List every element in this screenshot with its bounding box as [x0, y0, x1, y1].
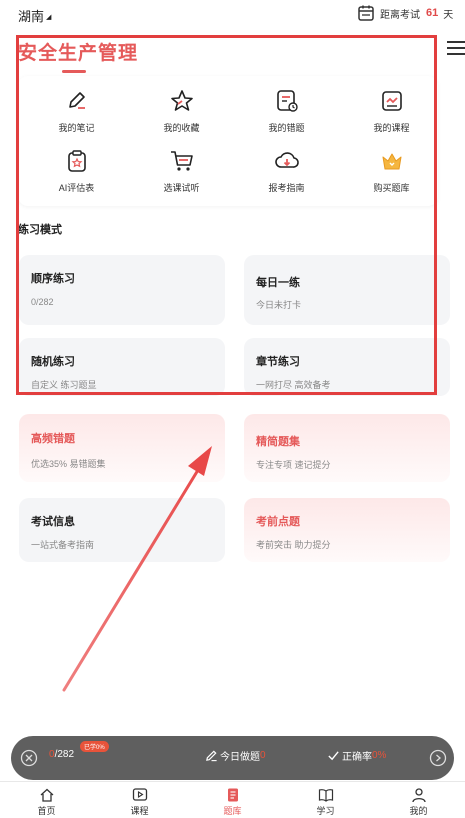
card-title: 考前点题: [256, 516, 300, 528]
hamburger-icon[interactable]: [447, 40, 465, 56]
region-selector[interactable]: 湖南 ◢: [18, 6, 51, 25]
tab-profile[interactable]: 我的: [372, 782, 465, 817]
check-icon: [328, 751, 339, 761]
exam-days: 61: [426, 7, 439, 19]
video-play-icon: [132, 788, 147, 801]
book-icon: [318, 789, 333, 802]
card-frequent-mistakes[interactable]: 高频错题 优选35% 易错题集: [19, 414, 225, 482]
card-pre-exam-tips[interactable]: 考前点题 考前突击 助力提分: [244, 498, 450, 562]
bottom-tab-bar: 首页 课程 题库 学习 我的: [0, 781, 465, 818]
region-label: 湖南: [18, 9, 45, 24]
card-exam-info[interactable]: 考试信息 一站式备考指南: [19, 498, 225, 562]
exam-label: 距离考试: [380, 9, 420, 21]
tab-question-bank[interactable]: 题库: [186, 782, 279, 817]
card-subtitle: 考前突击 助力提分: [256, 540, 331, 550]
question-bank-icon: [227, 788, 238, 802]
calendar-icon: [358, 5, 374, 21]
caret-down-icon: ◢: [46, 14, 52, 21]
card-title: 考试信息: [31, 516, 75, 528]
card-title: 高频错题: [31, 433, 75, 445]
tab-study[interactable]: 学习: [279, 782, 372, 817]
today-questions[interactable]: 今日做题 0: [205, 748, 266, 763]
accuracy-rate[interactable]: 正确率 0%: [327, 748, 386, 763]
exam-unit: 天: [443, 9, 454, 21]
home-icon: [40, 788, 53, 802]
card-subtitle: 专注专项 速记提分: [256, 460, 331, 470]
tab-courses[interactable]: 课程: [93, 782, 186, 817]
card-selected-questions[interactable]: 精简题集 专注专项 速记提分: [244, 414, 450, 482]
annotation-highlight-box: [16, 35, 437, 395]
next-arrow-icon[interactable]: [429, 749, 447, 767]
user-icon: [411, 788, 426, 803]
exam-countdown[interactable]: 距离考试 61 天: [357, 4, 453, 22]
card-subtitle: 优选35% 易错题集: [31, 459, 106, 469]
edit-icon: [206, 750, 217, 762]
progress-floating-bar: 0/282 已学0% 今日做题 0 正确率 0%: [11, 736, 454, 780]
card-title: 精简题集: [256, 436, 300, 448]
progress-badge: 已学0%: [80, 741, 109, 752]
tab-home[interactable]: 首页: [0, 782, 93, 817]
progress-count: 0/282: [49, 749, 75, 760]
close-icon[interactable]: [20, 749, 38, 767]
card-subtitle: 一站式备考指南: [31, 540, 95, 550]
